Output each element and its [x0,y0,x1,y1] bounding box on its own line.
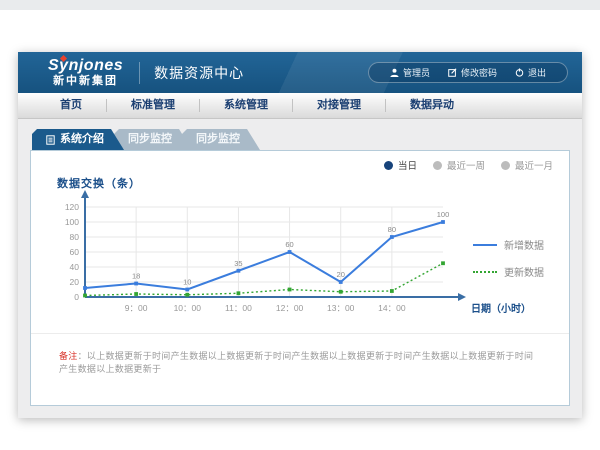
legend-item-new-data: 新增数据 [473,237,544,252]
time-range-filter: 当日 最近一周 最近一月 [384,158,553,172]
nav-item-system-mgmt[interactable]: 系统管理 [200,99,293,112]
tab-label: 同步监控 [128,133,172,145]
footer-note: 备注：以上数据更新于时间产生数据以上数据更新于时间产生数据以上数据更新于时间产生… [31,333,569,405]
chart-panel: 当日 最近一周 最近一月 数据交换（条） 0204060801001209：00… [30,150,570,406]
svg-text:20: 20 [337,270,345,279]
company-logo: Synjones 新中新集团 [48,58,123,87]
nav-item-standard-mgmt[interactable]: 标准管理 [107,99,200,112]
tab-label: 同步监控 [196,133,240,145]
legend-item-updated-data: 更新数据 [473,264,544,279]
radio-dot-icon [433,161,442,170]
app-header: Synjones 新中新集团 数据资源中心 管理员 修改密码 [18,52,582,93]
nav-item-home[interactable]: 首页 [36,99,107,112]
logo-text-cn: 新中新集团 [53,76,118,87]
svg-text:60: 60 [70,247,80,257]
svg-text:60: 60 [285,240,293,249]
app-window: Synjones 新中新集团 数据资源中心 管理员 修改密码 [18,52,582,418]
svg-text:日期（小时）: 日期（小时） [471,302,531,315]
svg-text:13：00: 13：00 [327,303,355,313]
svg-text:10：00: 10：00 [174,303,202,313]
radio-dot-icon [384,161,393,170]
svg-text:11：00: 11：00 [225,303,252,313]
change-password-button[interactable]: 修改密码 [439,66,506,79]
logout-label: 退出 [528,66,546,79]
green-dotted-line-icon [473,271,497,273]
svg-text:18: 18 [132,272,140,281]
svg-text:14：00: 14：00 [378,303,406,313]
svg-text:100: 100 [437,210,450,219]
svg-text:100: 100 [65,217,79,227]
svg-text:80: 80 [388,225,396,234]
radio-dot-icon [501,161,510,170]
user-name-label: 管理员 [403,66,430,79]
nav-item-interface-mgmt[interactable]: 对接管理 [293,99,386,112]
legend-label: 新增数据 [504,237,544,252]
svg-text:9：00: 9：00 [125,303,148,313]
edit-icon [448,68,457,77]
radio-label: 最近一周 [447,158,485,172]
radio-label: 当日 [398,158,417,172]
user-toolbar: 管理员 修改密码 退出 [368,62,568,83]
user-icon [390,68,399,77]
line-chart: 0 20 40 60 80 100 120 9：00 10：00 11：00 12：00 13：00 1… [43,189,535,335]
chart-legend: 新增数据 更新数据 [473,237,544,279]
power-icon [515,68,524,77]
nav-item-data-change[interactable]: 数据异动 [386,99,478,112]
header-divider [139,62,140,84]
svg-text:0: 0 [74,292,79,302]
svg-text:10: 10 [183,278,191,287]
svg-text:12：00: 12：00 [276,303,304,313]
tab-system-intro[interactable]: 系统介绍 [32,129,124,150]
main-nav: 首页 标准管理 系统管理 对接管理 数据异动 [18,93,582,119]
tab-label: 系统介绍 [60,129,104,150]
logout-button[interactable]: 退出 [506,66,555,79]
radio-label: 最近一月 [515,158,553,172]
svg-text:120: 120 [65,202,79,212]
svg-text:20: 20 [70,277,80,287]
content-area: 系统介绍 同步监控 同步监控 当日 最近一周 [18,119,582,418]
logo-text-en: Synjones [48,58,123,74]
note-prefix: 备注 [59,351,78,361]
tab-sync-monitor-1[interactable]: 同步监控 [114,129,192,150]
page-title: 数据资源中心 [154,63,244,83]
change-password-label: 修改密码 [461,66,497,79]
tab-sync-monitor-2[interactable]: 同步监控 [182,129,260,150]
blue-line-icon [473,244,497,246]
legend-label: 更新数据 [504,264,544,279]
radio-last-month[interactable]: 最近一月 [501,158,553,172]
document-icon [46,135,55,145]
svg-text:40: 40 [70,262,80,272]
radio-today[interactable]: 当日 [384,158,417,172]
svg-text:35: 35 [234,259,242,268]
svg-text:80: 80 [70,232,80,242]
tab-bar: 系统介绍 同步监控 同步监控 [32,129,570,150]
radio-last-week[interactable]: 最近一周 [433,158,485,172]
top-strip [0,0,600,10]
note-text: ：以上数据更新于时间产生数据以上数据更新于时间产生数据以上数据更新于时间产生数据… [59,351,533,374]
current-user[interactable]: 管理员 [381,66,439,79]
